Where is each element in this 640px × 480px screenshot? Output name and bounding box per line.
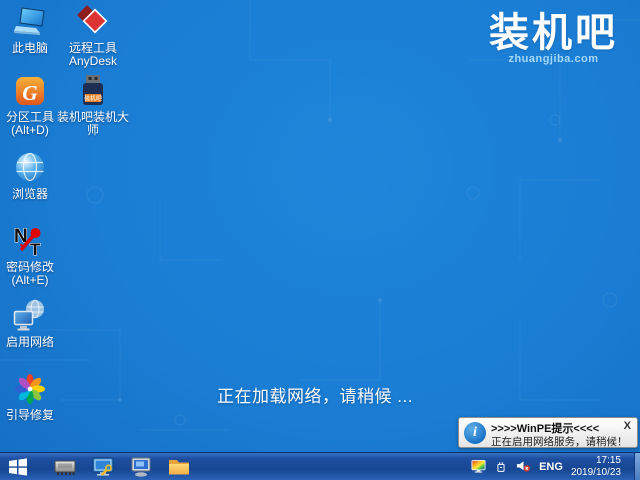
volume-muted-tray-icon[interactable]: [516, 459, 531, 474]
svg-text:G: G: [22, 81, 37, 105]
display-color-tray-icon[interactable]: [471, 459, 486, 474]
folder-icon: [167, 457, 191, 477]
system-tray: ENG 17:15 2019/10/23: [471, 453, 640, 480]
toast-message: 正在启用网络服务，请稍候！: [491, 434, 628, 449]
usb-badge-text: 装机吧: [84, 94, 102, 102]
desktop-icon-partition-tool[interactable]: G 分区工具 (Alt+D): [0, 74, 60, 137]
desktop-icon-this-pc[interactable]: 此电脑: [0, 5, 60, 55]
ram-chip-icon: [53, 457, 77, 477]
desktop-background: 装机吧 zhuangjiba.com 此电脑 远程工具 AnyDesk: [0, 0, 640, 480]
taskbar-pe-tools-button[interactable]: [84, 453, 122, 480]
safely-remove-usb-tray-icon[interactable]: [494, 460, 508, 474]
taskbar-explorer-button[interactable]: [160, 453, 198, 480]
icon-label: 此电脑: [0, 42, 60, 55]
clock[interactable]: 17:15 2019/10/23: [571, 455, 623, 479]
icon-label: 装机吧装机大师: [52, 111, 134, 137]
icon-label-line2: (Alt+D): [0, 124, 60, 137]
desktop-icon-zhuangjiba-installer[interactable]: 装机吧 装机吧装机大师: [52, 74, 134, 137]
zhuangjiba-logo: 装机吧 zhuangjiba.com: [489, 10, 618, 65]
desktop-icon-anydesk[interactable]: 远程工具 AnyDesk: [58, 5, 128, 68]
show-desktop-button[interactable]: [634, 453, 640, 480]
svg-text:T: T: [30, 240, 41, 258]
icon-label-line2: (Alt+E): [0, 274, 60, 287]
taskbar: ENG 17:15 2019/10/23: [0, 452, 640, 480]
circuit-pattern-decoration: [0, 0, 640, 480]
usb-installer-icon: 装机吧: [76, 74, 110, 108]
loading-message: 正在加载网络，请稍候 ...: [0, 382, 630, 407]
browser-globe-icon: [13, 151, 47, 185]
computer-monitor-icon: [130, 456, 152, 478]
info-icon: i: [464, 422, 486, 444]
icon-label: 引导修复: [0, 409, 60, 422]
taskbar-computer-button[interactable]: [122, 453, 160, 480]
icon-label-line2: AnyDesk: [58, 55, 128, 68]
icon-label: 启用网络: [0, 336, 60, 349]
partition-tool-icon: G: [13, 74, 47, 108]
nt-password-key-icon: N T: [13, 224, 47, 258]
language-indicator[interactable]: ENG: [539, 461, 563, 473]
desktop-icon-enable-network[interactable]: 启用网络: [0, 299, 60, 349]
windows-logo-icon: [8, 457, 28, 477]
icon-label: 浏览器: [0, 188, 60, 201]
winpe-toast: i >>>>WinPE提示<<<< X 正在启用网络服务，请稍候！: [458, 417, 638, 448]
desktop-icon-password-reset[interactable]: N T 密码修改 (Alt+E): [0, 224, 60, 287]
desktop-icon-browser[interactable]: 浏览器: [0, 151, 60, 201]
monitor-wrench-icon: [92, 456, 114, 478]
this-pc-icon: [13, 5, 47, 39]
clock-time: 17:15: [571, 455, 621, 467]
start-button[interactable]: [0, 453, 36, 480]
network-computer-icon: [13, 299, 47, 333]
anydesk-icon: [76, 5, 110, 39]
clock-date: 2019/10/23: [571, 467, 621, 479]
taskbar-ramdisk-button[interactable]: [46, 453, 84, 480]
toast-close-button[interactable]: X: [624, 420, 631, 432]
logo-title: 装机吧: [489, 10, 618, 56]
